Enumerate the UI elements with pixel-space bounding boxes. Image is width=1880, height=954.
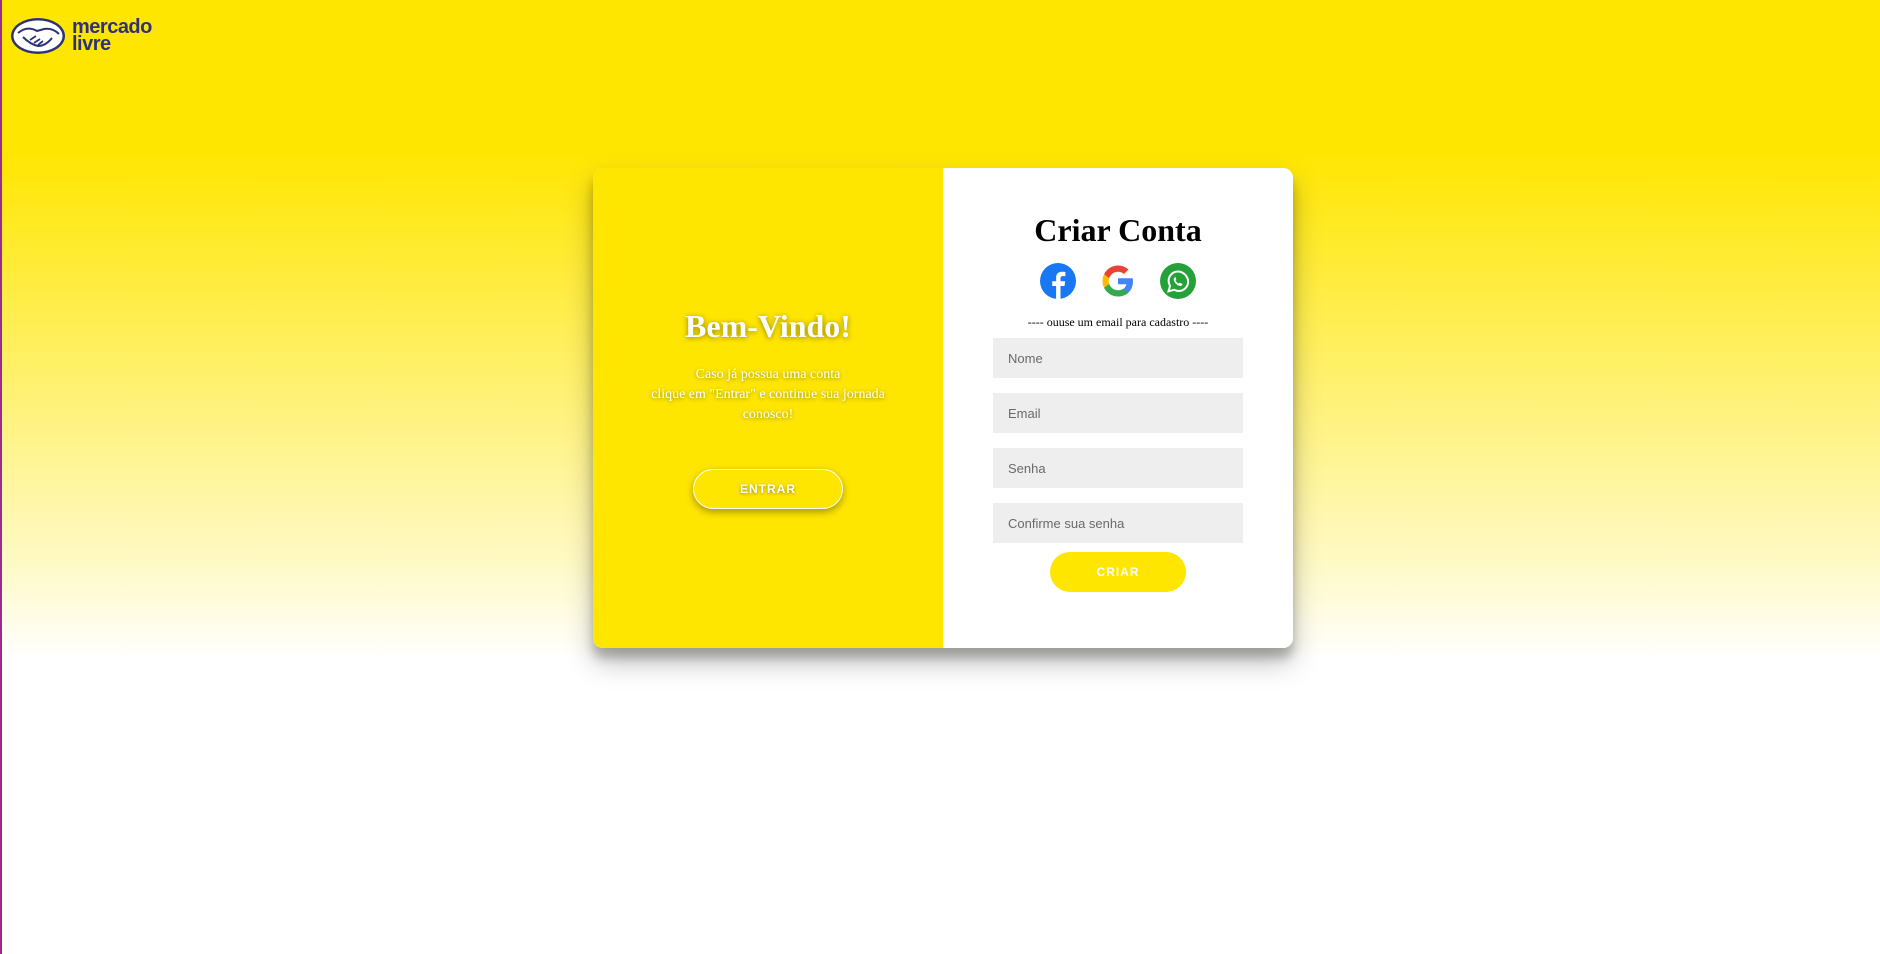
whatsapp-icon xyxy=(1160,263,1196,299)
facebook-button[interactable] xyxy=(1040,263,1076,299)
whatsapp-button[interactable] xyxy=(1160,263,1196,299)
welcome-panel: Bem-Vindo! Caso já possua uma conta cliq… xyxy=(593,168,943,648)
auth-card: Bem-Vindo! Caso já possua uma conta cliq… xyxy=(593,168,1293,648)
facebook-icon xyxy=(1040,263,1076,299)
brand-logo[interactable]: mercado livre xyxy=(10,16,152,56)
social-login-group xyxy=(1040,263,1196,299)
create-account-button[interactable]: CRIAR xyxy=(1050,552,1186,592)
welcome-title: Bem-Vindo! xyxy=(685,307,851,344)
name-input[interactable] xyxy=(993,338,1243,378)
handshake-logo-icon xyxy=(11,18,65,54)
brand-name-line2: livre xyxy=(72,33,111,55)
welcome-text: Caso já possua uma conta clique em "Entr… xyxy=(651,366,885,422)
signup-panel: Criar Conta ---- ouuse um email para cad… xyxy=(943,168,1293,648)
brand-wordmark: mercado livre xyxy=(72,17,152,55)
confirm-password-input[interactable] xyxy=(993,503,1243,543)
signup-title: Criar Conta xyxy=(1034,212,1202,248)
enter-button[interactable]: ENTRAR xyxy=(693,468,843,509)
google-button[interactable] xyxy=(1100,263,1136,299)
email-input[interactable] xyxy=(993,393,1243,433)
google-icon xyxy=(1102,265,1133,297)
password-input[interactable] xyxy=(993,448,1243,488)
email-divider-text: ---- ouuse um email para cadastro ---- xyxy=(1027,315,1209,329)
